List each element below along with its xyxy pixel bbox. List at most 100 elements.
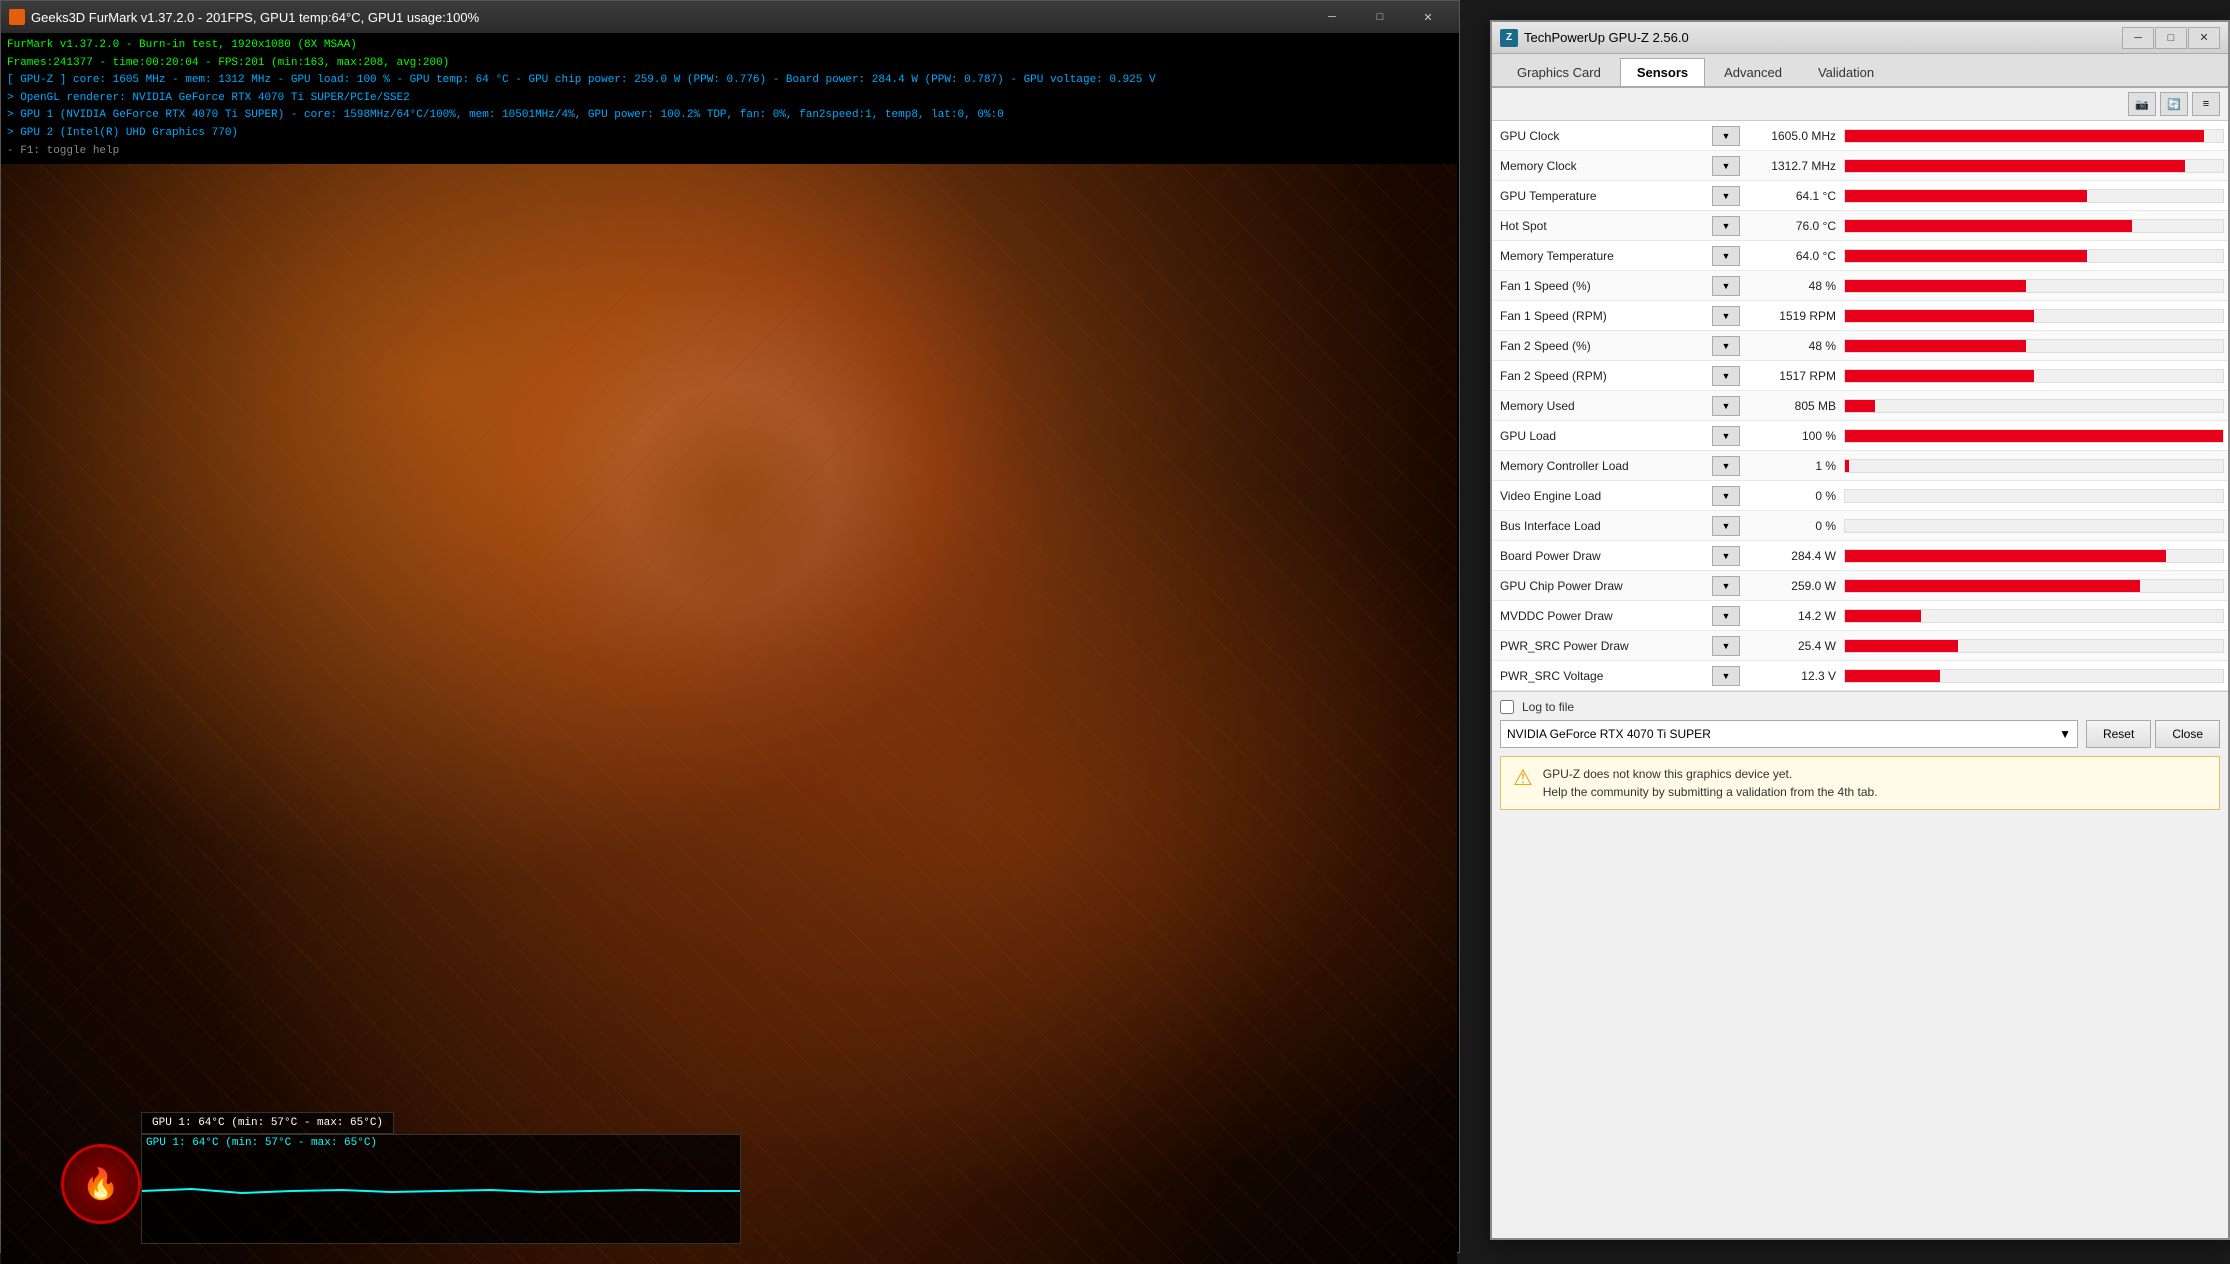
sensor-name-label: Board Power Draw (1492, 549, 1712, 563)
gpuz-maximize-btn[interactable]: □ (2155, 27, 2187, 49)
gpuz-device-name: NVIDIA GeForce RTX 4070 Ti SUPER (1507, 727, 1711, 741)
sensor-row-pwr_src-power-draw: PWR_SRC Power Draw ▼ 25.4 W (1492, 631, 2228, 661)
sensor-bar-container (1844, 129, 2224, 143)
sensor-bar (1845, 400, 1875, 412)
sensor-dropdown-btn[interactable]: ▼ (1712, 576, 1740, 596)
sensor-dropdown-btn[interactable]: ▼ (1712, 186, 1740, 206)
gpuz-close-btn[interactable]: ✕ (2188, 27, 2220, 49)
sensor-value-display: 76.0 °C (1744, 219, 1844, 233)
sensor-value-display: 25.4 W (1744, 639, 1844, 653)
sensor-value-display: 100 % (1744, 429, 1844, 443)
sensor-dropdown-btn[interactable]: ▼ (1712, 606, 1740, 626)
sensor-bar-container (1844, 459, 2224, 473)
sensor-dropdown-btn[interactable]: ▼ (1712, 306, 1740, 326)
sensor-dropdown-btn[interactable]: ▼ (1712, 126, 1740, 146)
sensor-row-fan-1-speed-(rpm): Fan 1 Speed (RPM) ▼ 1519 RPM (1492, 301, 2228, 331)
sensor-bar-container (1844, 249, 2224, 263)
furmark-info-line-5: > GPU 1 (NVIDIA GeForce RTX 4070 Ti SUPE… (7, 107, 1453, 125)
gpuz-title: TechPowerUp GPU-Z 2.56.0 (1524, 30, 2116, 45)
furmark-temp-overlay: GPU 1: 64°C (min: 57°C - max: 65°C) (141, 1112, 394, 1134)
gpuz-bottom-panel: Log to file NVIDIA GeForce RTX 4070 Ti S… (1492, 691, 2228, 818)
furmark-minimize-btn[interactable]: ─ (1309, 1, 1355, 33)
furmark-app-icon (9, 9, 25, 25)
sensor-row-gpu-load: GPU Load ▼ 100 % (1492, 421, 2228, 451)
sensor-dropdown-btn[interactable]: ▼ (1712, 156, 1740, 176)
sensor-dropdown-btn[interactable]: ▼ (1712, 216, 1740, 236)
sensor-bar-container (1844, 369, 2224, 383)
gpuz-window-controls: ─ □ ✕ (2122, 27, 2220, 49)
gpuz-warning-box: ⚠ GPU-Z does not know this graphics devi… (1500, 756, 2220, 810)
sensor-name-label: PWR_SRC Power Draw (1492, 639, 1712, 653)
sensor-value-display: 284.4 W (1744, 549, 1844, 563)
sensor-row-gpu-chip-power-draw: GPU Chip Power Draw ▼ 259.0 W (1492, 571, 2228, 601)
sensor-name-label: GPU Temperature (1492, 189, 1712, 203)
tab-validation[interactable]: Validation (1801, 58, 1891, 86)
sensor-name-label: GPU Clock (1492, 129, 1712, 143)
sensor-value-display: 0 % (1744, 519, 1844, 533)
sensor-dropdown-btn[interactable]: ▼ (1712, 636, 1740, 656)
gpuz-tab-bar: Graphics Card Sensors Advanced Validatio… (1492, 54, 2228, 88)
tab-advanced[interactable]: Advanced (1707, 58, 1799, 86)
gpuz-device-selector[interactable]: NVIDIA GeForce RTX 4070 Ti SUPER ▼ (1500, 720, 2078, 748)
gpuz-refresh-btn[interactable]: 🔄 (2160, 92, 2188, 116)
sensor-dropdown-btn[interactable]: ▼ (1712, 486, 1740, 506)
sensor-row-video-engine-load: Video Engine Load ▼ 0 % (1492, 481, 2228, 511)
gpuz-window: Z TechPowerUp GPU-Z 2.56.0 ─ □ ✕ Graphic… (1490, 20, 2230, 1240)
sensor-dropdown-btn[interactable]: ▼ (1712, 666, 1740, 686)
sensor-value-display: 1517 RPM (1744, 369, 1844, 383)
sensor-value-display: 805 MB (1744, 399, 1844, 413)
sensor-name-label: Memory Used (1492, 399, 1712, 413)
gpuz-warning-line2: Help the community by submitting a valid… (1543, 783, 1878, 801)
gpuz-reset-btn[interactable]: Reset (2086, 720, 2151, 748)
sensor-dropdown-btn[interactable]: ▼ (1712, 336, 1740, 356)
sensor-bar (1845, 250, 2087, 262)
tab-graphics-card[interactable]: Graphics Card (1500, 58, 1618, 86)
gpuz-screenshot-btn[interactable]: 📷 (2128, 92, 2156, 116)
sensor-row-memory-temperature: Memory Temperature ▼ 64.0 °C (1492, 241, 2228, 271)
sensor-row-fan-2-speed-(%): Fan 2 Speed (%) ▼ 48 % (1492, 331, 2228, 361)
sensor-bar-container (1844, 399, 2224, 413)
sensor-row-pwr_src-voltage: PWR_SRC Voltage ▼ 12.3 V (1492, 661, 2228, 691)
sensor-bar (1845, 190, 2087, 202)
sensor-dropdown-btn[interactable]: ▼ (1712, 426, 1740, 446)
gpuz-warning-text: GPU-Z does not know this graphics device… (1543, 765, 1878, 801)
sensor-value-display: 12.3 V (1744, 669, 1844, 683)
furmark-info-line-3: [ GPU-Z ] core: 1605 MHz - mem: 1312 MHz… (7, 72, 1453, 90)
gpuz-menu-btn[interactable]: ≡ (2192, 92, 2220, 116)
sensor-bar (1845, 460, 1849, 472)
sensor-bar-container (1844, 639, 2224, 653)
sensor-dropdown-btn[interactable]: ▼ (1712, 366, 1740, 386)
sensor-name-label: Fan 1 Speed (%) (1492, 279, 1712, 293)
furmark-info-line-6: > GPU 2 (Intel(R) UHD Graphics 770) (7, 125, 1453, 143)
furmark-close-btn[interactable]: ✕ (1405, 1, 1451, 33)
gpuz-minimize-btn[interactable]: ─ (2122, 27, 2154, 49)
sensor-bar (1845, 220, 2132, 232)
sensor-dropdown-btn[interactable]: ▼ (1712, 516, 1740, 536)
tab-sensors[interactable]: Sensors (1620, 58, 1705, 86)
sensor-dropdown-btn[interactable]: ▼ (1712, 456, 1740, 476)
gpuz-device-row: NVIDIA GeForce RTX 4070 Ti SUPER ▼ Reset… (1500, 720, 2220, 748)
sensor-row-fan-1-speed-(%): Fan 1 Speed (%) ▼ 48 % (1492, 271, 2228, 301)
sensor-bar (1845, 160, 2185, 172)
furmark-titlebar: Geeks3D FurMark v1.37.2.0 - 201FPS, GPU1… (1, 1, 1459, 33)
furmark-maximize-btn[interactable]: □ (1357, 1, 1403, 33)
gpuz-close-action-btn[interactable]: Close (2155, 720, 2220, 748)
sensor-row-board-power-draw: Board Power Draw ▼ 284.4 W (1492, 541, 2228, 571)
sensor-bar-container (1844, 549, 2224, 563)
sensor-bar-container (1844, 429, 2224, 443)
log-to-file-checkbox[interactable] (1500, 700, 1514, 714)
sensor-bar-container (1844, 189, 2224, 203)
furmark-temp-graph: GPU 1: 64°C (min: 57°C - max: 65°C) (141, 1134, 741, 1244)
sensor-name-label: MVDDC Power Draw (1492, 609, 1712, 623)
sensor-dropdown-btn[interactable]: ▼ (1712, 246, 1740, 266)
gpuz-warning-icon: ⚠ (1513, 765, 1533, 791)
sensor-bar (1845, 280, 2026, 292)
sensor-value-display: 1605.0 MHz (1744, 129, 1844, 143)
furmark-temp-graph-lines (142, 1151, 740, 1231)
sensor-dropdown-btn[interactable]: ▼ (1712, 546, 1740, 566)
sensor-dropdown-btn[interactable]: ▼ (1712, 276, 1740, 296)
gpuz-action-buttons: Reset Close (2086, 720, 2220, 748)
furmark-logo: 🔥 (61, 1144, 181, 1244)
sensor-dropdown-btn[interactable]: ▼ (1712, 396, 1740, 416)
sensor-value-display: 1 % (1744, 459, 1844, 473)
